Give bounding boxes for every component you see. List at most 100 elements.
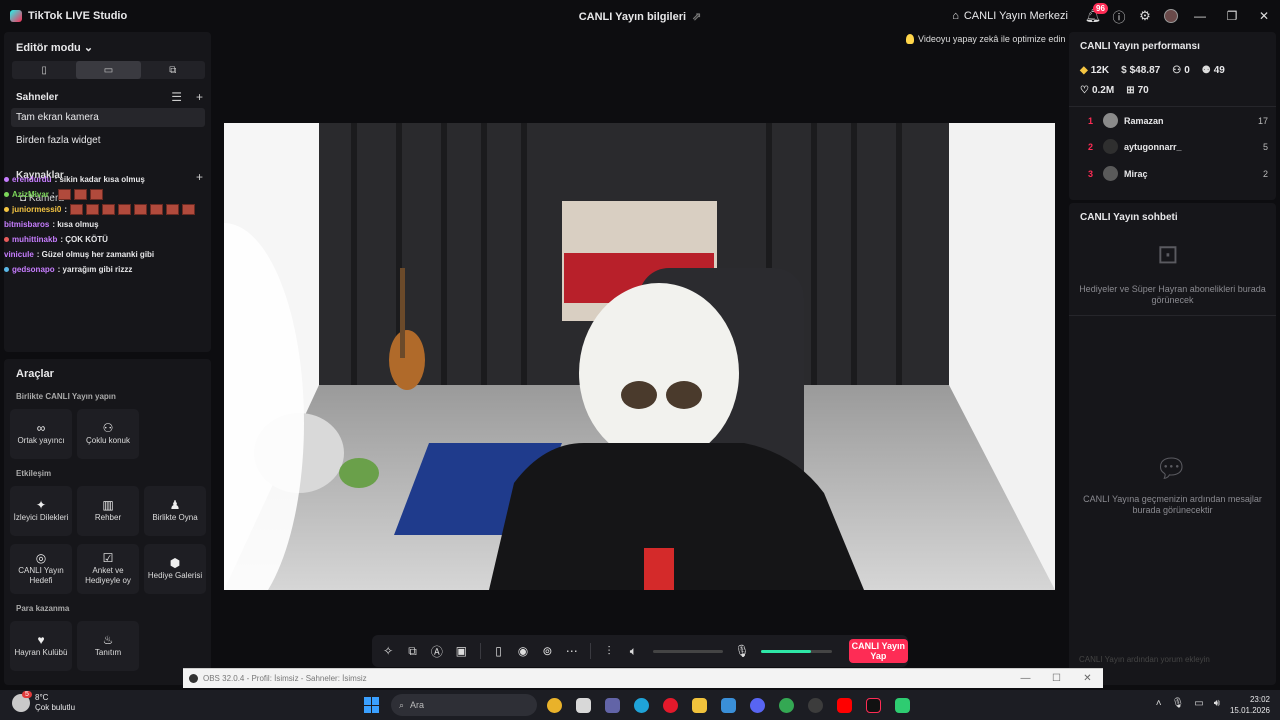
green-app-icon[interactable] (891, 694, 914, 716)
clock[interactable]: 23:02 15.01.2026 (1230, 694, 1270, 716)
viewer-wishes-tool[interactable]: ✦ İzleyici Dilekleri (10, 486, 72, 536)
chat-overlay-line: AzizMivar : (4, 187, 216, 202)
viewers-value: 0 (1184, 65, 1190, 76)
chrome-icon[interactable] (543, 694, 566, 716)
tiktok-taskbar-icon[interactable] (862, 694, 885, 716)
gifter-name: aytugonnarr_ (1124, 141, 1182, 152)
camera-preview[interactable] (224, 123, 1055, 590)
chevron-up-icon[interactable]: ˄ (1156, 698, 1162, 709)
list-icon[interactable]: ☰ (171, 90, 182, 104)
editor-mode-dropdown[interactable]: Editör modu ⌄ (16, 41, 93, 54)
top-gifter-row[interactable]: 2 aytugonnarr_ 5 (1088, 139, 1268, 154)
gear-icon[interactable]: ⚙ (1132, 0, 1158, 32)
minimize-button[interactable]: — (1184, 9, 1216, 23)
speaker-volume-slider[interactable] (652, 649, 723, 653)
effects-icon[interactable]: ⧉ (402, 640, 422, 662)
volume-icon[interactable]: 🔊︎ (1214, 698, 1220, 709)
network-icon[interactable]: ▭ (1194, 698, 1203, 709)
group-engagement-title: Etkileşim (16, 469, 52, 478)
add-scene-icon[interactable]: + (196, 90, 203, 104)
fan-club-tool[interactable]: ♥ Hayran Kulübü (10, 621, 72, 671)
multiguest-tool[interactable]: ⚇ Çoklu konuk (77, 409, 139, 459)
guide-tool[interactable]: ▥ Rehber (77, 486, 139, 536)
notifications-button[interactable]: 🔔︎ 96 (1080, 0, 1108, 32)
stats-row-1: ◆ 12K $ $48.87 ⚇ 0 ⚉ 49 (1080, 65, 1225, 76)
camera-settings-icon[interactable]: ⊚ (537, 640, 557, 662)
likes-stat: ♡ 0.2M (1080, 85, 1114, 96)
top-gifter-row[interactable]: 1 Ramazan 17 (1088, 113, 1268, 128)
emote-icon (102, 204, 116, 215)
app-window: TikTok LIVE Studio CANLI Yayın bilgileri… (0, 0, 1280, 690)
youtube-icon[interactable] (833, 694, 856, 716)
poll-tool[interactable]: ☑ Anket ve Hediyeyle oy (77, 544, 139, 594)
emote-icon (118, 204, 132, 215)
obs-minimize-button[interactable]: — (1010, 673, 1041, 684)
poll-label: Anket ve Hediyeyle oy (85, 565, 131, 585)
taskbar-search[interactable]: ⌕ Ara (391, 694, 537, 716)
divider (1069, 315, 1276, 316)
dollar-icon: $ (1121, 65, 1127, 76)
live-goal-tool[interactable]: ◎ CANLI Yayın Hedefi (10, 544, 72, 594)
share-icon[interactable]: ⇗ (692, 11, 701, 23)
chrome-active-icon[interactable] (775, 694, 798, 716)
chat-empty-text: CANLI Yayına geçmenizin ardından mesajla… (1083, 494, 1262, 515)
landscape-mode-icon[interactable]: ▭ (76, 61, 141, 79)
obs-maximize-button[interactable]: ☐ (1041, 673, 1072, 684)
teams-icon[interactable] (601, 694, 624, 716)
emote-icon (70, 204, 84, 215)
mixer-icon[interactable]: ⫶ (599, 640, 619, 662)
gifter-name: Ramazan (1124, 115, 1164, 126)
obs-window-controls: — ☐ ✕ (1010, 673, 1103, 684)
followers-value: 49 (1213, 65, 1225, 76)
record-icon[interactable]: ◉ (513, 640, 533, 662)
magic-wand-icon[interactable]: ✧ (378, 640, 398, 662)
obs-taskbar-icon[interactable] (804, 694, 827, 716)
microphone-tray-icon[interactable]: 🎙︎ (1172, 698, 1185, 709)
live-center-button[interactable]: ⌂ CANLI Yayın Merkezi (952, 10, 1068, 22)
viewers-stat: ⚇ 0 (1172, 65, 1190, 76)
more-icon[interactable]: ⋯ (562, 640, 582, 662)
gifter-count: 5 (1262, 141, 1268, 152)
media-icon[interactable]: ▣ (451, 640, 471, 662)
likes-value: 0.2M (1091, 85, 1115, 96)
gift-gallery-tool[interactable]: ⬢ Hediye Galerisi (144, 544, 206, 594)
obs-close-button[interactable]: ✕ (1072, 673, 1103, 684)
play-together-tool[interactable]: ♟ Birlikte Oyna (144, 486, 206, 536)
profile-avatar[interactable] (1158, 0, 1184, 32)
chat-user: vinicule (4, 250, 34, 259)
mic-volume-slider[interactable] (761, 649, 832, 653)
mail-icon[interactable] (717, 694, 740, 716)
ai-icon[interactable]: Ⓐ (427, 640, 447, 662)
maximize-button[interactable]: ❐ (1216, 9, 1248, 23)
portrait-mode-icon[interactable]: ▯ (12, 61, 76, 79)
promote-tool[interactable]: ♨ Tanıtım (77, 621, 139, 671)
opera-icon[interactable] (659, 694, 682, 716)
gifter-name: Miraç (1124, 168, 1148, 179)
discord-icon[interactable] (746, 694, 769, 716)
guide-label: Rehber (94, 512, 122, 522)
cohost-tool[interactable]: ∞ Ortak yayıncı (10, 409, 72, 459)
close-button[interactable]: ✕ (1248, 9, 1280, 23)
top-gifter-row[interactable]: 3 Miraç 2 (1088, 166, 1268, 181)
folder-icon[interactable] (688, 694, 711, 716)
chat-comment-input[interactable]: CANLI Yayın ardından yorum ekleyin (1079, 655, 1259, 664)
windows-start-icon[interactable] (364, 697, 380, 713)
weather-widget[interactable]: 5 8°C Çok bulutlu (12, 691, 75, 713)
dual-mode-icon[interactable]: ⧉ (141, 61, 205, 79)
go-live-button[interactable]: CANLI Yayın Yap (848, 639, 908, 663)
speaker-icon[interactable]: 🔈︎ (623, 640, 643, 662)
search-icon: ⌕ (399, 699, 405, 710)
avatar (1164, 9, 1178, 23)
rank-number: 2 (1088, 141, 1094, 152)
window-title-text: CANLI Yayın bilgileri (578, 11, 687, 23)
obs-window-bar[interactable]: OBS 32.0.4 - Profil: İsimsiz - Sahneler:… (183, 668, 1103, 688)
help-icon[interactable]: ⓘ (1106, 0, 1132, 32)
scene-item-multi-widget[interactable]: Birden fazla widget (11, 131, 205, 150)
edge-icon[interactable] (630, 694, 653, 716)
chat-message: : (64, 205, 68, 214)
microphone-icon[interactable]: 🎙︎ (732, 640, 752, 662)
ai-optimize-hint[interactable]: Videoyu yapay zekâ ile optimize edin (906, 34, 1065, 44)
store-icon[interactable] (572, 694, 595, 716)
scene-item-fullscreen[interactable]: Tam ekran kamera (11, 108, 205, 127)
phone-icon[interactable]: ▯ (488, 640, 508, 662)
